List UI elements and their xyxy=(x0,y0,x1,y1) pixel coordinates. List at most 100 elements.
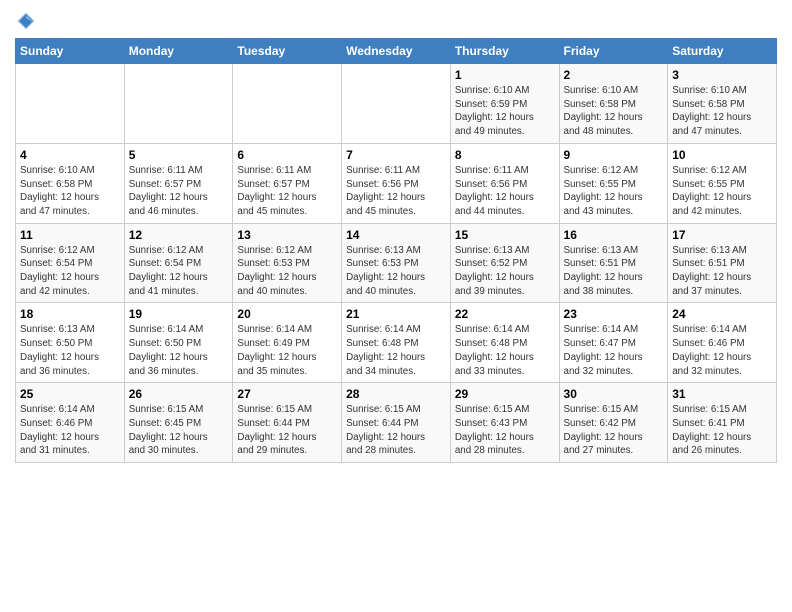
col-header-saturday: Saturday xyxy=(668,39,777,64)
day-cell: 24 Sunrise: 6:14 AM Sunset: 6:46 PM Dayli… xyxy=(668,303,777,383)
week-row-3: 11 Sunrise: 6:12 AM Sunset: 6:54 PM Dayli… xyxy=(16,223,777,303)
day-info: Sunrise: 6:12 AM Sunset: 6:53 PM Dayligh… xyxy=(237,244,337,299)
day-info: Sunrise: 6:13 AM Sunset: 6:50 PM Dayligh… xyxy=(20,323,120,378)
day-info: Sunrise: 6:14 AM Sunset: 6:47 PM Dayligh… xyxy=(564,323,664,378)
day-number: 30 xyxy=(564,387,664,401)
day-cell: 11Sunrise: 6:12 AM Sunset: 6:54 PM Dayli… xyxy=(16,223,125,303)
day-cell: 15Sunrise: 6:13 AM Sunset: 6:52 PM Dayli… xyxy=(450,223,559,303)
header xyxy=(15,10,777,32)
day-info: Sunrise: 6:15 AM Sunset: 6:44 PM Dayligh… xyxy=(346,403,446,458)
day-cell xyxy=(342,64,451,144)
col-header-wednesday: Wednesday xyxy=(342,39,451,64)
day-info: Sunrise: 6:11 AM Sunset: 6:56 PM Dayligh… xyxy=(346,164,446,219)
day-number: 23 xyxy=(564,307,664,321)
day-number: 9 xyxy=(564,148,664,162)
day-info: Sunrise: 6:15 AM Sunset: 6:44 PM Dayligh… xyxy=(237,403,337,458)
day-number: 17 xyxy=(672,228,772,242)
day-number: 13 xyxy=(237,228,337,242)
day-cell: 7 Sunrise: 6:11 AM Sunset: 6:56 PM Daylig… xyxy=(342,143,451,223)
day-cell: 14 Sunrise: 6:13 AM Sunset: 6:53 PM Dayli… xyxy=(342,223,451,303)
day-cell: 28 Sunrise: 6:15 AM Sunset: 6:44 PM Dayli… xyxy=(342,383,451,463)
day-number: 4 xyxy=(20,148,120,162)
day-number: 25 xyxy=(20,387,120,401)
day-info: Sunrise: 6:15 AM Sunset: 6:43 PM Dayligh… xyxy=(455,403,555,458)
day-info: Sunrise: 6:12 AM Sunset: 6:54 PM Dayligh… xyxy=(129,244,229,299)
day-cell: 6 Sunrise: 6:11 AM Sunset: 6:57 PM Daylig… xyxy=(233,143,342,223)
day-cell: 27 Sunrise: 6:15 AM Sunset: 6:44 PM Dayli… xyxy=(233,383,342,463)
col-header-monday: Monday xyxy=(124,39,233,64)
logo-icon xyxy=(15,10,37,32)
day-cell: 3Sunrise: 6:10 AM Sunset: 6:58 PM Daylig… xyxy=(668,64,777,144)
col-header-thursday: Thursday xyxy=(450,39,559,64)
day-number: 31 xyxy=(672,387,772,401)
day-info: Sunrise: 6:14 AM Sunset: 6:50 PM Dayligh… xyxy=(129,323,229,378)
col-header-tuesday: Tuesday xyxy=(233,39,342,64)
day-cell xyxy=(233,64,342,144)
day-info: Sunrise: 6:14 AM Sunset: 6:48 PM Dayligh… xyxy=(346,323,446,378)
day-info: Sunrise: 6:15 AM Sunset: 6:41 PM Dayligh… xyxy=(672,403,772,458)
day-info: Sunrise: 6:13 AM Sunset: 6:51 PM Dayligh… xyxy=(672,244,772,299)
day-cell: 4 Sunrise: 6:10 AM Sunset: 6:58 PM Daylig… xyxy=(16,143,125,223)
day-info: Sunrise: 6:10 AM Sunset: 6:58 PM Dayligh… xyxy=(564,84,664,139)
day-info: Sunrise: 6:13 AM Sunset: 6:52 PM Dayligh… xyxy=(455,244,555,299)
day-info: Sunrise: 6:15 AM Sunset: 6:45 PM Dayligh… xyxy=(129,403,229,458)
day-number: 1 xyxy=(455,68,555,82)
day-cell: 16 Sunrise: 6:13 AM Sunset: 6:51 PM Dayli… xyxy=(559,223,668,303)
day-info: Sunrise: 6:11 AM Sunset: 6:56 PM Dayligh… xyxy=(455,164,555,219)
day-number: 28 xyxy=(346,387,446,401)
day-cell: 9Sunrise: 6:12 AM Sunset: 6:55 PM Daylig… xyxy=(559,143,668,223)
day-number: 20 xyxy=(237,307,337,321)
day-number: 18 xyxy=(20,307,120,321)
day-number: 21 xyxy=(346,307,446,321)
day-number: 27 xyxy=(237,387,337,401)
day-cell: 23 Sunrise: 6:14 AM Sunset: 6:47 PM Dayli… xyxy=(559,303,668,383)
day-number: 7 xyxy=(346,148,446,162)
col-header-sunday: Sunday xyxy=(16,39,125,64)
day-cell: 13 Sunrise: 6:12 AM Sunset: 6:53 PM Dayli… xyxy=(233,223,342,303)
day-info: Sunrise: 6:13 AM Sunset: 6:53 PM Dayligh… xyxy=(346,244,446,299)
day-cell: 10Sunrise: 6:12 AM Sunset: 6:55 PM Dayli… xyxy=(668,143,777,223)
day-cell: 21 Sunrise: 6:14 AM Sunset: 6:48 PM Dayli… xyxy=(342,303,451,383)
day-cell: 17 Sunrise: 6:13 AM Sunset: 6:51 PM Dayli… xyxy=(668,223,777,303)
day-cell: 1 Sunrise: 6:10 AM Sunset: 6:59 PM Daylig… xyxy=(450,64,559,144)
day-info: Sunrise: 6:10 AM Sunset: 6:59 PM Dayligh… xyxy=(455,84,555,139)
day-cell: 20 Sunrise: 6:14 AM Sunset: 6:49 PM Dayli… xyxy=(233,303,342,383)
day-cell: 22 Sunrise: 6:14 AM Sunset: 6:48 PM Dayli… xyxy=(450,303,559,383)
day-info: Sunrise: 6:14 AM Sunset: 6:46 PM Dayligh… xyxy=(672,323,772,378)
day-number: 2 xyxy=(564,68,664,82)
day-cell: 5 Sunrise: 6:11 AM Sunset: 6:57 PM Daylig… xyxy=(124,143,233,223)
day-info: Sunrise: 6:14 AM Sunset: 6:46 PM Dayligh… xyxy=(20,403,120,458)
col-header-friday: Friday xyxy=(559,39,668,64)
day-cell: 31 Sunrise: 6:15 AM Sunset: 6:41 PM Dayli… xyxy=(668,383,777,463)
day-cell: 25 Sunrise: 6:14 AM Sunset: 6:46 PM Dayli… xyxy=(16,383,125,463)
day-info: Sunrise: 6:14 AM Sunset: 6:49 PM Dayligh… xyxy=(237,323,337,378)
week-row-1: 1 Sunrise: 6:10 AM Sunset: 6:59 PM Daylig… xyxy=(16,64,777,144)
week-row-4: 18 Sunrise: 6:13 AM Sunset: 6:50 PM Dayli… xyxy=(16,303,777,383)
day-info: Sunrise: 6:10 AM Sunset: 6:58 PM Dayligh… xyxy=(672,84,772,139)
day-number: 6 xyxy=(237,148,337,162)
day-cell xyxy=(16,64,125,144)
day-cell: 18 Sunrise: 6:13 AM Sunset: 6:50 PM Dayli… xyxy=(16,303,125,383)
day-number: 11 xyxy=(20,228,120,242)
day-cell: 30 Sunrise: 6:15 AM Sunset: 6:42 PM Dayli… xyxy=(559,383,668,463)
day-cell: 19Sunrise: 6:14 AM Sunset: 6:50 PM Dayli… xyxy=(124,303,233,383)
day-number: 29 xyxy=(455,387,555,401)
logo xyxy=(15,10,41,32)
day-info: Sunrise: 6:11 AM Sunset: 6:57 PM Dayligh… xyxy=(129,164,229,219)
day-info: Sunrise: 6:11 AM Sunset: 6:57 PM Dayligh… xyxy=(237,164,337,219)
day-cell xyxy=(124,64,233,144)
day-cell: 26 Sunrise: 6:15 AM Sunset: 6:45 PM Dayli… xyxy=(124,383,233,463)
day-number: 22 xyxy=(455,307,555,321)
day-number: 14 xyxy=(346,228,446,242)
day-info: Sunrise: 6:15 AM Sunset: 6:42 PM Dayligh… xyxy=(564,403,664,458)
day-number: 16 xyxy=(564,228,664,242)
day-number: 5 xyxy=(129,148,229,162)
page-container: SundayMondayTuesdayWednesdayThursdayFrid… xyxy=(0,0,792,473)
day-info: Sunrise: 6:14 AM Sunset: 6:48 PM Dayligh… xyxy=(455,323,555,378)
day-info: Sunrise: 6:10 AM Sunset: 6:58 PM Dayligh… xyxy=(20,164,120,219)
day-cell: 2 Sunrise: 6:10 AM Sunset: 6:58 PM Daylig… xyxy=(559,64,668,144)
day-number: 24 xyxy=(672,307,772,321)
week-row-5: 25 Sunrise: 6:14 AM Sunset: 6:46 PM Dayli… xyxy=(16,383,777,463)
day-info: Sunrise: 6:13 AM Sunset: 6:51 PM Dayligh… xyxy=(564,244,664,299)
day-number: 26 xyxy=(129,387,229,401)
